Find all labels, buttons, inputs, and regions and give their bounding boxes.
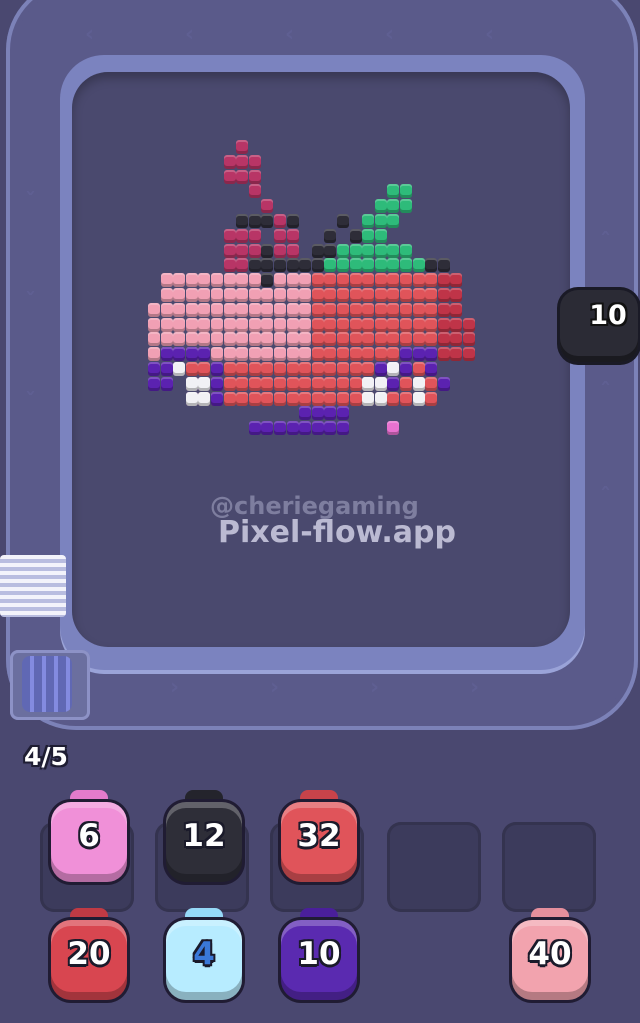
watermark-site: Pixel-flow.app — [218, 515, 456, 550]
shooter-purple[interactable]: 10 — [281, 908, 357, 1000]
shooter-red[interactable]: 32 — [281, 790, 357, 882]
shooter-slot-empty[interactable] — [502, 822, 596, 912]
track-arrow-icon: ‹ — [385, 22, 395, 47]
track-arrow-icon: ‹ — [85, 22, 95, 47]
queue-coil-icon — [22, 656, 72, 712]
shooter-slot-empty[interactable] — [387, 822, 481, 912]
track-arrow-icon: ‹ — [185, 22, 195, 47]
track-arrow-icon: ‹ — [485, 22, 495, 47]
track-arrow-icon: ˆ — [600, 230, 611, 255]
track-arrow-icon: › — [270, 675, 280, 700]
track-arrow-icon: ˆ — [600, 485, 611, 510]
queue-capacity-label: 4/5 — [24, 742, 68, 771]
shooter-ammo-count: 40 — [528, 936, 572, 972]
shooter-light-pink[interactable]: 40 — [512, 908, 588, 1000]
shooter-ammo-count: 4 — [193, 936, 215, 972]
shooter-ammo-count: 6 — [78, 818, 100, 854]
track-arrow-icon: ˇ — [25, 190, 36, 215]
shooter-ammo-count: 32 — [297, 818, 341, 854]
track-arrow-icon: ˇ — [25, 290, 36, 315]
track-arrow-icon: › — [470, 675, 480, 700]
shooter-black[interactable]: 12 — [166, 790, 242, 882]
shooter-ammo-count: 10 — [589, 300, 627, 331]
track-arrow-icon: › — [170, 675, 180, 700]
shooter-ammo-count: 20 — [67, 936, 111, 972]
track-arrow-icon: ˆ — [600, 380, 611, 405]
shooter-pink[interactable]: 6 — [51, 790, 127, 882]
game-screen: ‹ ‹ ‹ ‹ ‹ ˆ ˆ ˆ › › › › ˇ ˇ ˇ 4/5 @cheri… — [0, 0, 640, 1023]
track-arrow-icon: ˇ — [25, 390, 36, 415]
shooter-dark-red[interactable]: 20 — [51, 908, 127, 1000]
shooter-on-track: 10 — [560, 290, 638, 364]
conveyor-entry-gate — [0, 555, 66, 617]
shooter-ice-blue[interactable]: 4 — [166, 908, 242, 1000]
shooter-ammo-count: 12 — [182, 818, 226, 854]
track-arrow-icon: ‹ — [285, 22, 295, 47]
pixel-board — [72, 72, 570, 647]
track-arrow-icon: › — [370, 675, 380, 700]
shooter-ammo-count: 10 — [297, 936, 341, 972]
